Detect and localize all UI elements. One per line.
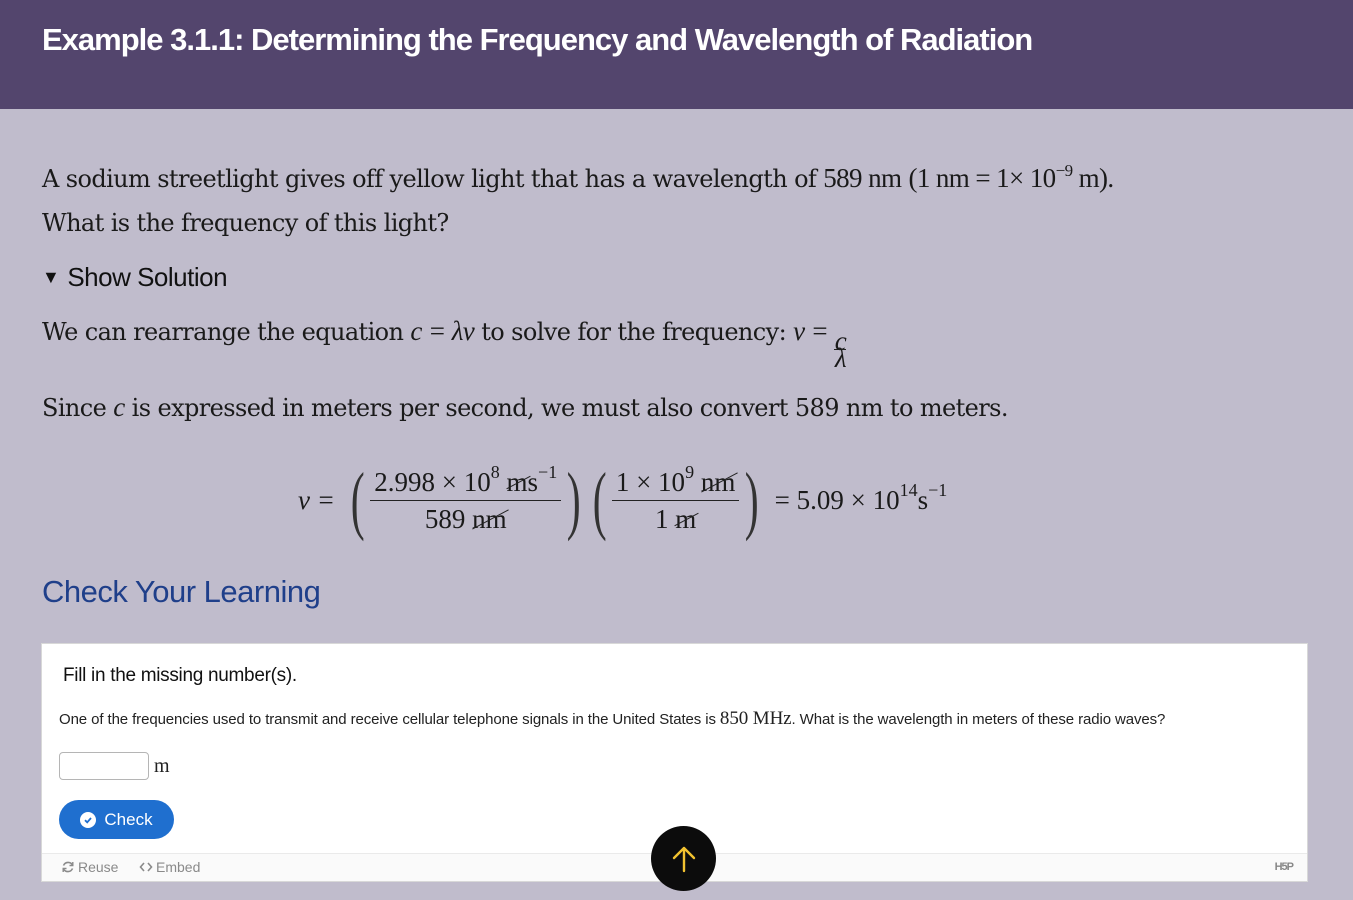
problem-question: What is the frequency of this light? bbox=[42, 209, 449, 237]
problem-text: A sodium streetlight gives off yellow li… bbox=[42, 165, 824, 193]
fraction-unit-conversion: 1 × 109 nm 1 m bbox=[611, 461, 740, 537]
arrow-up-icon bbox=[672, 846, 695, 872]
solution-text: We can rearrange the equation bbox=[42, 318, 411, 346]
fraction-numerator: 2.998 × 108 ms−1 bbox=[370, 461, 561, 500]
frequency-value: 850 MHz bbox=[719, 708, 792, 729]
wavelength-value: 589 nm bbox=[823, 163, 902, 193]
checkmark-circle-icon bbox=[80, 811, 97, 828]
right-paren: ) bbox=[745, 458, 759, 542]
page-header: Example 3.1.1: Determining the Frequency… bbox=[0, 0, 1353, 109]
embed-button[interactable]: Embed bbox=[139, 859, 200, 875]
equation-lhs: ν = bbox=[298, 484, 335, 515]
fraction-denominator: 589 nm bbox=[421, 501, 511, 537]
solution-line-1: We can rearrange the equation c = λν to … bbox=[42, 316, 847, 373]
question-text: One of the frequencies used to transmit … bbox=[59, 708, 1165, 730]
h5p-logo[interactable]: H5P bbox=[1275, 861, 1294, 873]
unit: s bbox=[527, 466, 539, 497]
exponent: 9 bbox=[685, 461, 695, 482]
left-paren: ( bbox=[592, 458, 607, 542]
check-label: Check bbox=[104, 809, 153, 829]
show-solution-toggle[interactable]: ▼ Show Solution bbox=[42, 262, 228, 293]
fraction-denominator: λ bbox=[834, 343, 847, 373]
coefficient: 2.998 × 10 bbox=[374, 466, 491, 497]
exponent: 8 bbox=[490, 461, 500, 482]
exponent: −1 bbox=[538, 461, 558, 482]
right-paren: ) bbox=[566, 458, 581, 542]
fraction-denominator: 1 m bbox=[651, 501, 700, 537]
variable-c: c bbox=[113, 392, 125, 422]
answer-input[interactable] bbox=[59, 752, 149, 780]
show-solution-label: Show Solution bbox=[67, 262, 228, 292]
solution-line-2: Since c is expressed in meters per secon… bbox=[42, 392, 1008, 423]
answer-unit: m bbox=[154, 755, 170, 777]
reuse-icon bbox=[62, 861, 74, 873]
cancelled-unit: m bbox=[675, 501, 696, 537]
exponent: −1 bbox=[928, 479, 948, 500]
solution-text: Since bbox=[42, 394, 114, 422]
check-button[interactable]: Check bbox=[59, 800, 174, 839]
left-paren: ( bbox=[350, 458, 365, 542]
cancelled-unit: nm bbox=[701, 464, 736, 500]
unit: s bbox=[917, 484, 929, 515]
fraction-speed-of-light: 2.998 × 108 ms−1 589 nm bbox=[370, 461, 562, 537]
equation-result: = 5.09 × 1014s−1 bbox=[774, 481, 948, 516]
coefficient: 1 bbox=[654, 503, 676, 534]
fraction-numerator: 1 × 109 nm bbox=[612, 461, 740, 500]
embed-label: Embed bbox=[156, 859, 201, 875]
result-value: = 5.09 × 10 bbox=[774, 484, 900, 515]
reuse-button[interactable]: Reuse bbox=[61, 859, 118, 875]
page-title: Example 3.1.1: Determining the Frequency… bbox=[42, 22, 1033, 57]
conversion-note: (1 nm = 1× 10−9 m). bbox=[908, 161, 1115, 193]
triangle-down-icon: ▼ bbox=[42, 267, 60, 287]
back-to-top-button[interactable] bbox=[651, 826, 716, 891]
cancelled-unit: m bbox=[507, 464, 528, 500]
conversion-open: (1 nm = 1× 10 bbox=[908, 163, 1056, 193]
reuse-label: Reuse bbox=[78, 859, 119, 875]
conversion-exponent: −9 bbox=[1055, 161, 1073, 180]
question-part: . What is the wavelength in meters of th… bbox=[791, 711, 1166, 728]
check-your-learning-heading: Check Your Learning bbox=[42, 574, 321, 609]
exponent: 14 bbox=[899, 479, 918, 500]
solution-text: to solve for the frequency: bbox=[474, 318, 794, 346]
embed-icon bbox=[139, 862, 153, 872]
equation-c-lambda-nu: c = λν bbox=[410, 316, 475, 346]
conversion-close: m). bbox=[1072, 163, 1115, 193]
instruction-text: Fill in the missing number(s). bbox=[63, 665, 297, 686]
question-part: One of the frequencies used to transmit … bbox=[59, 711, 720, 728]
fraction-c-over-lambda: cλ bbox=[834, 328, 847, 373]
problem-statement: A sodium streetlight gives off yellow li… bbox=[42, 156, 1302, 245]
cancelled-unit: nm bbox=[472, 501, 507, 537]
coefficient: 1 × 10 bbox=[615, 466, 686, 497]
solution-text: is expressed in meters per second, we mu… bbox=[124, 394, 1009, 422]
equation-nu: ν = bbox=[793, 316, 835, 346]
coefficient: 589 bbox=[424, 503, 473, 534]
frequency-equation: ν = ( 2.998 × 108 ms−1 589 nm ) ( 1 × 10… bbox=[298, 458, 947, 542]
